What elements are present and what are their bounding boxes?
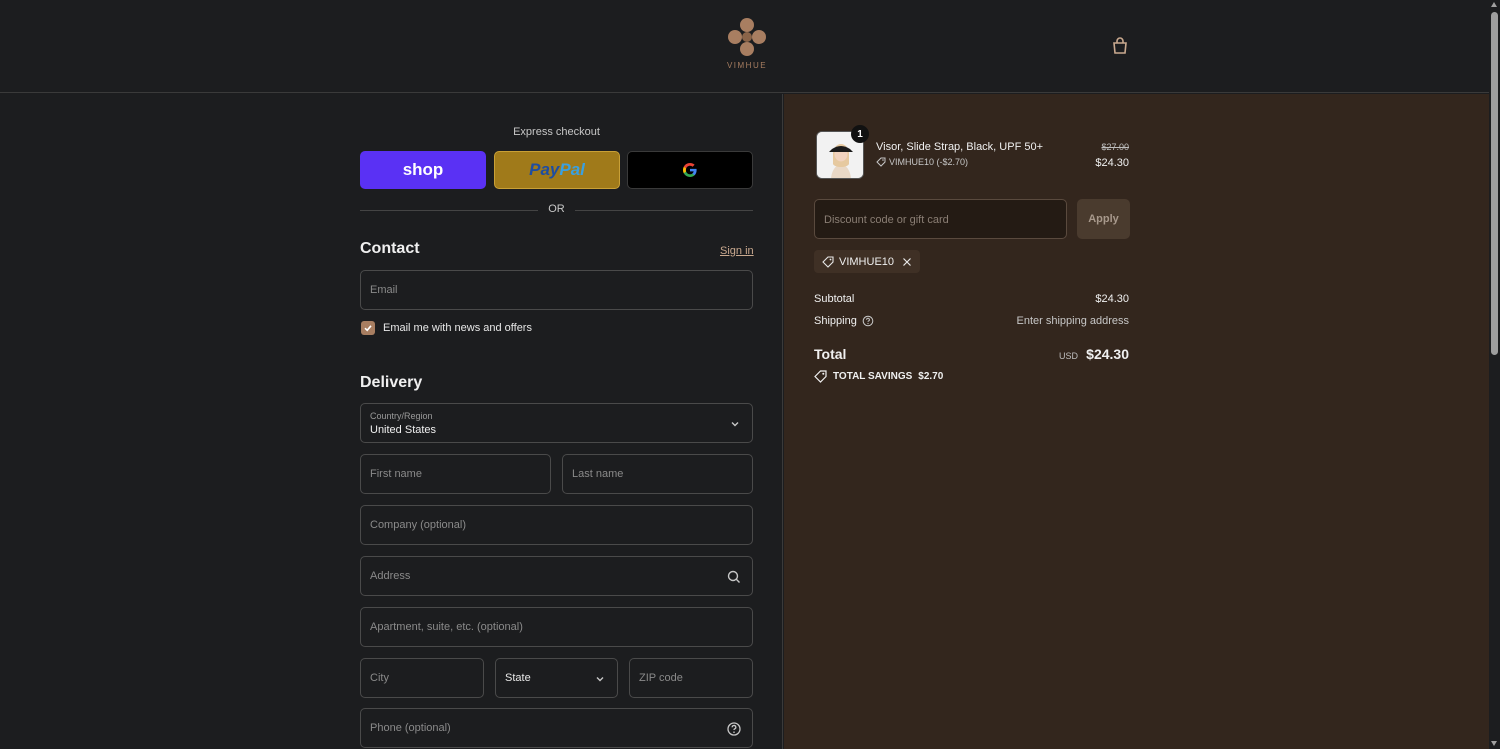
state-value: State [505, 672, 531, 684]
zip-placeholder: ZIP code [639, 672, 683, 684]
express-checkout-label: Express checkout [513, 126, 600, 138]
or-text: OR [548, 203, 565, 215]
shop-pay-label: shop [402, 160, 444, 179]
email-field[interactable]: Email [360, 270, 753, 310]
city-field[interactable]: City [360, 658, 484, 698]
flower-logo-icon [728, 18, 766, 56]
chevron-down-icon [596, 677, 604, 682]
tag-icon [822, 255, 834, 268]
tag-icon [814, 370, 827, 383]
google-icon [683, 163, 697, 177]
first-name-field[interactable]: First name [360, 454, 551, 494]
state-select[interactable]: State [495, 658, 618, 698]
google-pay-button[interactable] [627, 151, 753, 189]
tag-icon [876, 157, 886, 167]
apartment-placeholder: Apartment, suite, etc. (optional) [370, 621, 523, 633]
discounted-price: $24.30 [1095, 157, 1129, 169]
applied-discount-chip: VIMHUE10 [814, 250, 921, 273]
product-name: Visor, Slide Strap, Black, UPF 50+ [876, 141, 1044, 153]
newsletter-label[interactable]: Email me with news and offers [383, 322, 532, 334]
address-placeholder: Address [370, 570, 411, 582]
apply-button[interactable]: Apply [1077, 199, 1130, 239]
savings-label: TOTAL SAVINGS [833, 371, 913, 382]
last-name-field[interactable]: Last name [562, 454, 753, 494]
checkmark-icon [364, 325, 372, 332]
applied-code: VIMHUE10 [839, 255, 895, 268]
discount-placeholder: Discount code or gift card [824, 214, 949, 226]
total-value: $24.30 [1086, 346, 1129, 362]
email-placeholder: Email [370, 284, 398, 296]
country-select[interactable]: Country/Region United States [360, 403, 753, 443]
site-header: VIMHUE [0, 0, 1489, 93]
discount-code-input[interactable]: Discount code or gift card [814, 199, 1067, 239]
first-name-placeholder: First name [370, 468, 422, 480]
brand-name: VIMHUE [726, 61, 768, 70]
order-summary-panel [784, 94, 1489, 749]
scrollbar-thumb[interactable] [1491, 12, 1498, 355]
chevron-down-icon [731, 422, 739, 427]
close-icon[interactable] [902, 257, 912, 267]
total-currency: USD [1058, 351, 1078, 361]
shipping-value: Enter shipping address [1016, 315, 1129, 327]
original-price: $27.00 [1101, 142, 1129, 152]
phone-field[interactable]: Phone (optional) [360, 708, 753, 748]
phone-placeholder: Phone (optional) [370, 722, 451, 734]
zip-field[interactable]: ZIP code [629, 658, 753, 698]
paypal-label-a: Pay [529, 160, 560, 179]
savings-value: $2.70 [918, 371, 944, 382]
apartment-field[interactable]: Apartment, suite, etc. (optional) [360, 607, 753, 647]
search-icon[interactable] [726, 569, 742, 585]
product-discount: VIMHUE10 (-$2.70) [876, 157, 968, 167]
page-scrollbar[interactable] [1489, 0, 1500, 749]
delivery-title: Delivery [360, 374, 423, 391]
shipping-label: Shipping [814, 315, 857, 327]
product-discount-text: VIMHUE10 (-$2.70) [889, 157, 969, 167]
scroll-down-icon[interactable] [1491, 741, 1497, 746]
contact-title: Contact [360, 240, 420, 257]
divider-line [575, 210, 753, 211]
help-icon[interactable] [726, 721, 742, 737]
subtotal-value: $24.30 [1095, 293, 1129, 305]
sign-in-link[interactable]: Sign in [720, 245, 754, 257]
company-placeholder: Company (optional) [370, 519, 466, 531]
newsletter-checkbox[interactable] [361, 321, 375, 335]
company-field[interactable]: Company (optional) [360, 505, 753, 545]
last-name-placeholder: Last name [572, 468, 624, 480]
address-field[interactable]: Address [360, 556, 753, 596]
total-savings: TOTAL SAVINGS $2.70 [814, 370, 943, 383]
country-value: United States [370, 424, 437, 436]
quantity-badge: 1 [851, 125, 869, 143]
country-label: Country/Region [370, 411, 433, 421]
city-placeholder: City [370, 672, 389, 684]
help-icon[interactable] [862, 315, 874, 327]
brand-logo[interactable]: VIMHUE [722, 15, 772, 75]
shopping-bag-icon[interactable] [1110, 36, 1130, 56]
or-divider: OR [360, 203, 753, 217]
total-label: Total [814, 346, 847, 362]
paypal-label-b: Pal [559, 160, 585, 179]
subtotal-label: Subtotal [814, 293, 855, 305]
scroll-up-icon[interactable] [1491, 2, 1497, 7]
shop-pay-button[interactable]: shop [360, 151, 486, 189]
paypal-button[interactable]: Pay Pal [494, 151, 620, 189]
shipping-row: Shipping [814, 315, 874, 327]
